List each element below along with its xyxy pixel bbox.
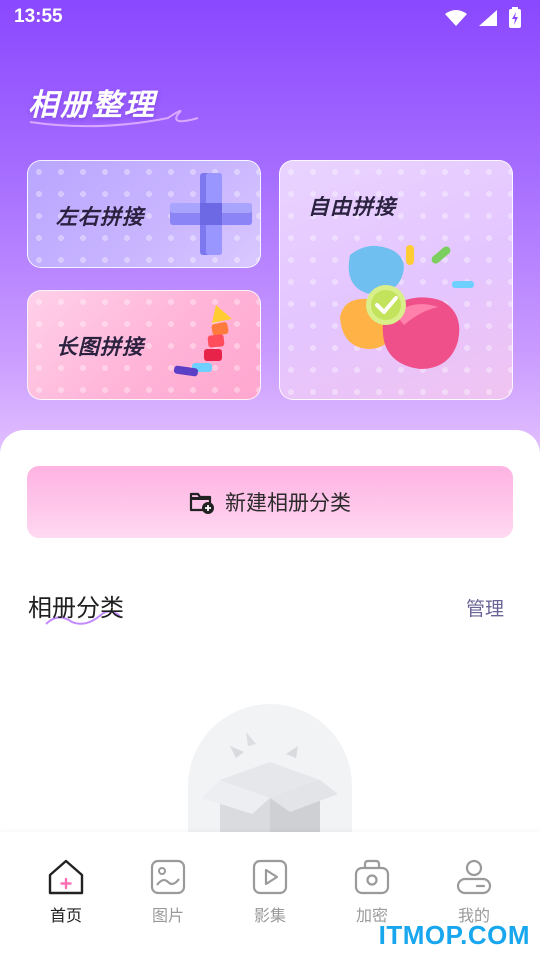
battery-icon [509, 7, 521, 28]
stacked-blocks-icon [173, 305, 232, 377]
user-icon [456, 859, 492, 895]
tab-profile[interactable]: 我的 [434, 858, 514, 926]
tab-images[interactable]: 图片 [128, 858, 208, 926]
empty-box-illustration [188, 704, 352, 832]
home-icon [48, 859, 84, 895]
manage-button[interactable]: 管理 [466, 594, 504, 621]
card-label: 左右拼接 [56, 205, 144, 229]
tab-albums[interactable]: 影集 [230, 858, 310, 926]
title-underline-decoration [29, 109, 199, 128]
video-icon [252, 859, 288, 895]
add-album-icon [189, 492, 214, 514]
tab-label: 影集 [253, 906, 286, 925]
section-title: 相册分类 [28, 594, 124, 622]
site-watermark: ITMOP.COM [378, 920, 530, 950]
card-label: 长图拼接 [56, 335, 144, 359]
tab-encrypt[interactable]: 加密 [332, 858, 412, 926]
new-album-category-label: 新建相册分类 [225, 491, 351, 515]
lock-bag-icon [354, 859, 390, 895]
status-time: 13:55 [14, 6, 63, 27]
tab-label: 首页 [49, 906, 82, 925]
long-image-stitch-card[interactable]: 长图拼接 [27, 290, 261, 400]
tab-home[interactable]: 首页 [26, 858, 106, 926]
card-label: 自由拼接 [308, 195, 396, 219]
free-stitch-card[interactable]: 自由拼接 [279, 160, 513, 400]
wifi-icon [445, 10, 467, 26]
cross-blocks-icon [170, 173, 252, 255]
left-right-stitch-card[interactable]: 左右拼接 [27, 160, 261, 268]
status-icons [444, 7, 522, 29]
puzzle-pieces-icon [340, 245, 474, 369]
signal-icon [479, 10, 497, 26]
tab-label: 图片 [151, 906, 184, 925]
image-icon [150, 859, 186, 895]
status-bar: 13:55 [0, 0, 540, 36]
new-album-category-button[interactable]: 新建相册分类 [27, 466, 513, 538]
